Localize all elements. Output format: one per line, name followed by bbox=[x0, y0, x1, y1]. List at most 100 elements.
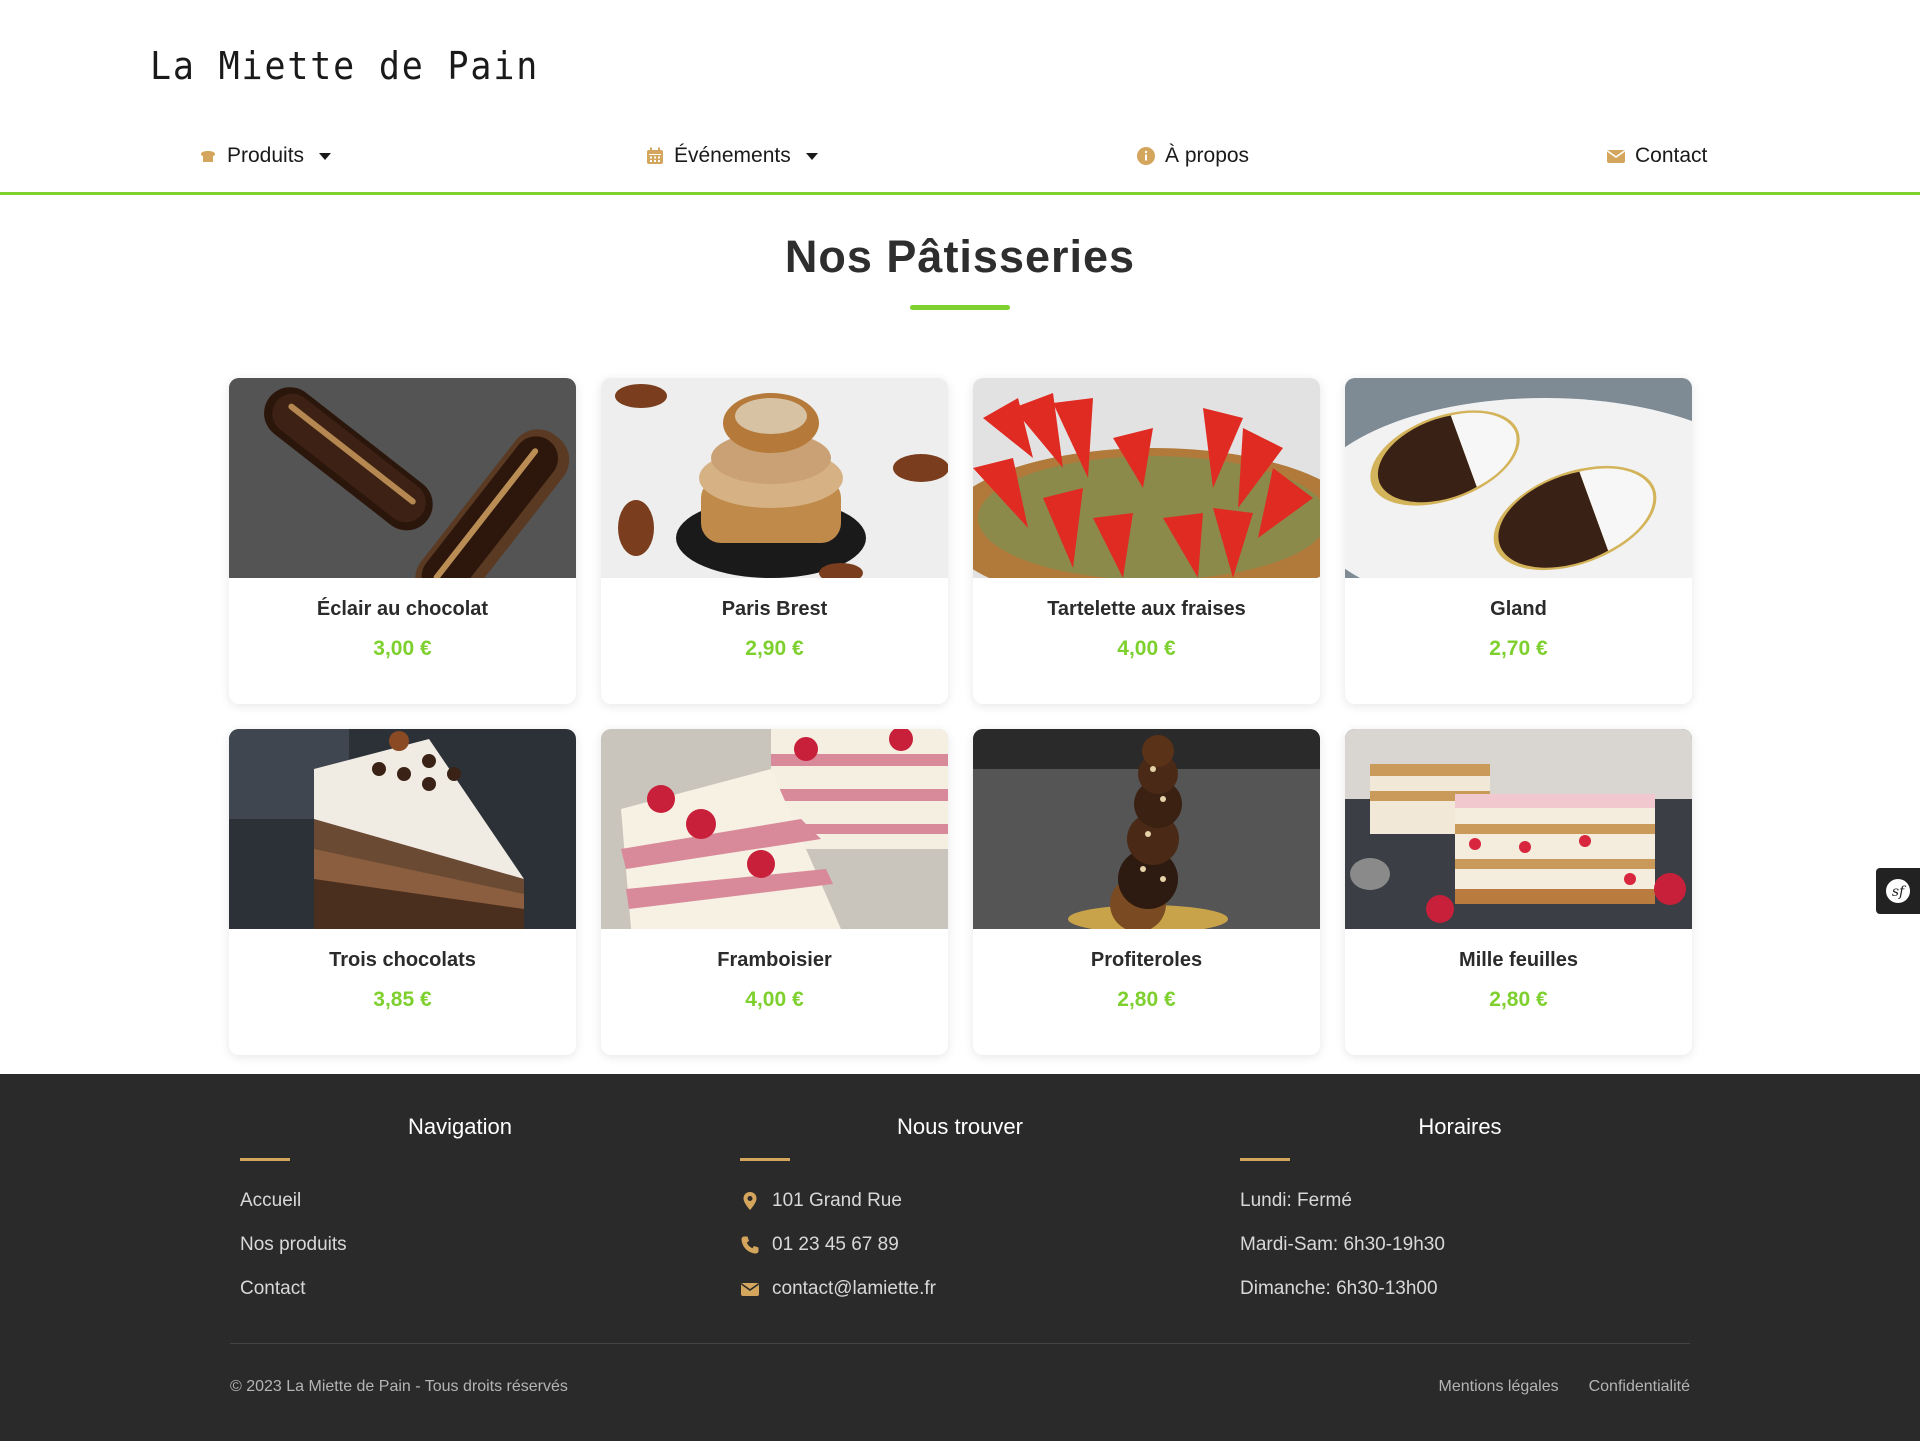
chevron-down-icon bbox=[805, 152, 818, 160]
page-title-section: Nos Pâtisseries bbox=[0, 195, 1920, 310]
footer-navigation-title: Navigation bbox=[408, 1114, 512, 1139]
card-body: Paris Brest 2,90 € bbox=[601, 578, 948, 661]
site-footer: Navigation Accueil Nos produits Contact … bbox=[0, 1074, 1920, 1441]
footer-phone[interactable]: 01 23 45 67 89 bbox=[740, 1223, 1240, 1267]
product-grid: Éclair au chocolat 3,00 € Paris Brest 2,… bbox=[229, 378, 1692, 1055]
hours-line: Dimanche: 6h30-13h00 bbox=[1240, 1278, 1438, 1299]
product-card-framboisier[interactable]: Framboisier 4,00 € bbox=[601, 729, 948, 1055]
eclair-image bbox=[229, 378, 576, 578]
mille-feuilles-image bbox=[1345, 729, 1692, 929]
nav-label-produits: Produits bbox=[227, 144, 305, 167]
product-card-eclair[interactable]: Éclair au chocolat 3,00 € bbox=[229, 378, 576, 704]
footer-link-label[interactable]: Contact bbox=[240, 1278, 305, 1300]
framboisier-image bbox=[601, 729, 948, 929]
product-price: 3,00 € bbox=[373, 637, 432, 660]
footer-link-nos-produits[interactable]: Nos produits bbox=[240, 1223, 740, 1267]
paris-brest-image bbox=[601, 378, 948, 578]
card-body: Gland 2,70 € bbox=[1345, 578, 1692, 661]
product-price: 4,00 € bbox=[745, 988, 804, 1011]
footer-hours-list: Lundi: Fermé Mardi-Sam: 6h30-19h30 Diman… bbox=[1240, 1179, 1740, 1311]
legal-links: Mentions légales Confidentialité bbox=[1439, 1378, 1690, 1396]
product-price: 2,90 € bbox=[745, 637, 804, 660]
card-body: Mille feuilles 2,80 € bbox=[1345, 929, 1692, 1012]
product-name: Éclair au chocolat bbox=[316, 598, 489, 620]
brand-logo[interactable]: La Miette de Pain bbox=[150, 44, 539, 88]
legal-link-confidentialite[interactable]: Confidentialité bbox=[1589, 1378, 1690, 1396]
product-card-mille-feuilles[interactable]: Mille feuilles 2,80 € bbox=[1345, 729, 1692, 1055]
hours-line: Lundi: Fermé bbox=[1240, 1190, 1352, 1211]
footer-email-text: contact@lamiette.fr bbox=[772, 1278, 936, 1299]
symfony-logo-icon: sf bbox=[1886, 879, 1910, 903]
main-nav: Produits Événements À propos Contact bbox=[150, 138, 1770, 174]
footer-find-us-title: Nous trouver bbox=[897, 1114, 1023, 1139]
legal-link-mentions[interactable]: Mentions légales bbox=[1439, 1378, 1559, 1396]
footer-link-accueil[interactable]: Accueil bbox=[240, 1179, 740, 1223]
site-header: La Miette de Pain Produits Événements À … bbox=[0, 0, 1920, 195]
product-price: 2,80 € bbox=[1489, 988, 1548, 1011]
map-marker-icon bbox=[743, 1192, 757, 1210]
nav-item-a-propos[interactable]: À propos bbox=[1136, 138, 1249, 174]
product-name: Paris Brest bbox=[721, 598, 828, 620]
product-name: Framboisier bbox=[717, 949, 832, 971]
nav-label-evenements: Événements bbox=[674, 144, 791, 167]
footer-title-bar bbox=[740, 1158, 790, 1161]
title-underline bbox=[910, 305, 1010, 310]
product-price: 2,70 € bbox=[1489, 637, 1548, 660]
footer-address-text: 101 Grand Rue bbox=[772, 1190, 902, 1211]
calendar-icon bbox=[647, 147, 663, 164]
gland-image bbox=[1345, 378, 1692, 578]
product-price: 2,80 € bbox=[1117, 988, 1176, 1011]
info-icon bbox=[1137, 147, 1155, 165]
nav-item-evenements[interactable]: Événements bbox=[645, 138, 818, 174]
symfony-toolbar-toggle[interactable]: sf bbox=[1876, 868, 1920, 914]
footer-email[interactable]: contact@lamiette.fr bbox=[740, 1267, 1240, 1311]
product-card-trois-chocolats[interactable]: Trois chocolats 3,85 € bbox=[229, 729, 576, 1055]
product-name: Mille feuilles bbox=[1459, 949, 1578, 971]
footer-link-label[interactable]: Accueil bbox=[240, 1190, 301, 1212]
footer-divider bbox=[230, 1343, 1690, 1344]
footer-hours-title: Horaires bbox=[1418, 1114, 1502, 1139]
card-body: Tartelette aux fraises 4,00 € bbox=[973, 578, 1320, 661]
footer-link-label[interactable]: Nos produits bbox=[240, 1234, 347, 1256]
product-name: Gland bbox=[1490, 598, 1547, 620]
tartelette-image bbox=[973, 378, 1320, 578]
product-card-paris-brest[interactable]: Paris Brest 2,90 € bbox=[601, 378, 948, 704]
product-card-gland[interactable]: Gland 2,70 € bbox=[1345, 378, 1692, 704]
envelope-icon bbox=[741, 1283, 759, 1296]
bread-icon bbox=[201, 151, 215, 162]
nav-label-a-propos: À propos bbox=[1165, 144, 1250, 167]
profiteroles-image bbox=[973, 729, 1320, 929]
envelope-icon bbox=[1607, 150, 1625, 163]
product-price: 3,85 € bbox=[373, 988, 432, 1011]
card-body: Framboisier 4,00 € bbox=[601, 929, 948, 1012]
footer-address: 101 Grand Rue bbox=[740, 1179, 1240, 1223]
nav-item-contact[interactable]: Contact bbox=[1606, 138, 1707, 174]
footer-nav-list: Accueil Nos produits Contact bbox=[240, 1179, 740, 1311]
footer-title-bar bbox=[240, 1158, 290, 1161]
card-body: Éclair au chocolat 3,00 € bbox=[229, 578, 576, 661]
card-body: Profiteroles 2,80 € bbox=[973, 929, 1320, 1012]
card-body: Trois chocolats 3,85 € bbox=[229, 929, 576, 1012]
product-card-profiteroles[interactable]: Profiteroles 2,80 € bbox=[973, 729, 1320, 1055]
product-name: Tartelette aux fraises bbox=[1047, 598, 1246, 620]
phone-icon bbox=[741, 1236, 759, 1254]
footer-find-us-column: Nous trouver 101 Grand Rue 01 23 45 67 8… bbox=[740, 1114, 1240, 1311]
footer-title-bar bbox=[1240, 1158, 1290, 1161]
footer-navigation-column: Navigation Accueil Nos produits Contact bbox=[240, 1114, 740, 1311]
footer-phone-text: 01 23 45 67 89 bbox=[772, 1234, 899, 1255]
chevron-down-icon bbox=[319, 152, 332, 160]
trois-chocolats-image bbox=[229, 729, 576, 929]
page-title: Nos Pâtisseries bbox=[784, 231, 1136, 282]
nav-label-contact: Contact bbox=[1635, 144, 1708, 167]
main-content: Nos Pâtisseries Éclair au chocolat 3,00 … bbox=[0, 195, 1920, 1055]
product-name: Trois chocolats bbox=[329, 949, 476, 971]
copyright-text: © 2023 La Miette de Pain - Tous droits r… bbox=[230, 1378, 568, 1395]
product-name: Profiteroles bbox=[1090, 949, 1203, 971]
footer-hours-column: Horaires Lundi: Fermé Mardi-Sam: 6h30-19… bbox=[1240, 1114, 1740, 1311]
hours-line: Mardi-Sam: 6h30-19h30 bbox=[1240, 1234, 1445, 1255]
footer-contact-list: 101 Grand Rue 01 23 45 67 89 contact@lam… bbox=[740, 1179, 1240, 1311]
footer-link-contact[interactable]: Contact bbox=[240, 1267, 740, 1311]
nav-item-produits[interactable]: Produits bbox=[198, 138, 332, 174]
product-card-tartelette[interactable]: Tartelette aux fraises 4,00 € bbox=[973, 378, 1320, 704]
product-price: 4,00 € bbox=[1117, 637, 1176, 660]
